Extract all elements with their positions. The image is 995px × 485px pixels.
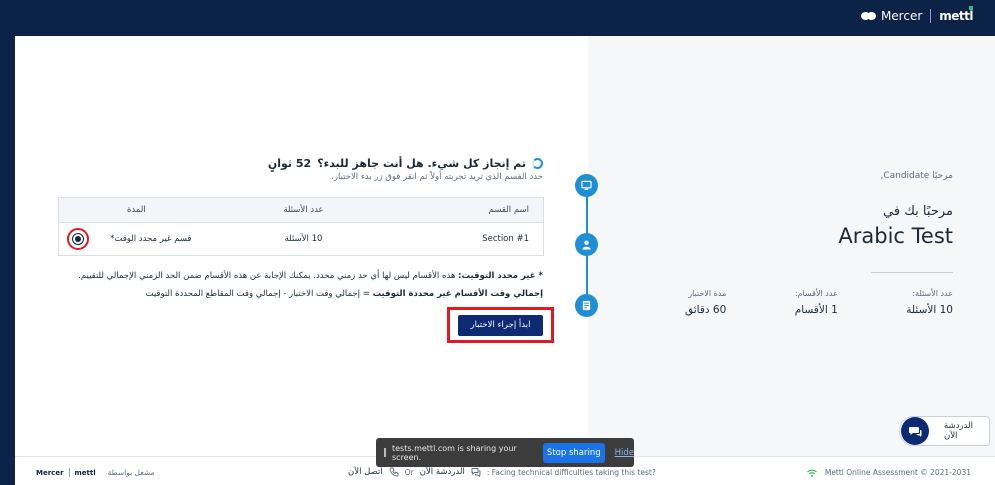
- countdown-spinner-icon: [532, 158, 543, 169]
- stat-value: 1 الأقسام: [794, 304, 838, 316]
- facing-difficulties-text: : Facing technical difficulties taking t…: [486, 467, 656, 477]
- document-step-icon: [575, 294, 598, 317]
- table-row[interactable]: Section #1 10 الأسئلة قسم غير محدد الوقت…: [58, 222, 544, 256]
- chat-now-link[interactable]: الدردشة الآن: [420, 467, 465, 477]
- or-text: Or: [404, 467, 414, 477]
- sidebar-panel: مرحبًا Candidate, مرحبًا بك في Arabic Te…: [588, 36, 995, 456]
- untimed-total-text: = إجمالي وقت الاختبار - إجمالي وقت المقا…: [145, 289, 373, 299]
- drag-handle-icon[interactable]: [384, 448, 386, 457]
- footer-logo: Mercer mettl: [36, 468, 96, 477]
- test-name: Arabic Test: [838, 224, 953, 248]
- welcome-text: مرحبًا بك في: [883, 204, 953, 219]
- start-test-button[interactable]: ابدأ إجراء الاختبار: [458, 314, 543, 336]
- chat-label: الدردشة الآن: [943, 421, 973, 441]
- ready-heading: تم إنجاز كل شيء. هل أنت جاهز للبدء؟ 52 ث…: [268, 157, 543, 170]
- cell-duration: قسم غير محدد الوقت*: [58, 222, 214, 256]
- table-header-row: اسم القسم عدد الأسئلة المدة: [58, 197, 544, 223]
- footer-logo-brand: Mercer: [36, 468, 64, 477]
- mercer-logo-icon: [860, 11, 877, 21]
- screen-share-bar: tests.mettl.com is sharing your screen. …: [376, 438, 634, 467]
- duration-cell-content: قسم غير محدد الوقت*: [59, 228, 214, 250]
- chat-now-button[interactable]: الدردشة الآن: [899, 416, 990, 446]
- untimed-note-label: * غير محدد التوقيت:: [458, 271, 543, 281]
- brand-logo: Mercer mettl: [860, 6, 973, 23]
- brand-divider: [930, 9, 932, 23]
- footer-copyright: Mettl Online Assessment © 2021-2031: [806, 468, 971, 477]
- chat-icon: [901, 417, 929, 445]
- footer-logo-product: mettl: [74, 468, 96, 477]
- start-button-highlight: ابدأ إجراء الاختبار: [447, 307, 554, 343]
- stat-sections: عدد الأقسام: 1 الأقسام: [795, 289, 838, 316]
- footer-logo-divider: [68, 468, 70, 477]
- brand-name: Mercer: [880, 9, 923, 23]
- header-questions: عدد الأسئلة: [213, 197, 394, 223]
- header-section-name: اسم القسم: [393, 197, 544, 223]
- untimed-total-label: إجمالي وقت الأقسام غير محددة التوقيت: [372, 289, 543, 299]
- test-stats: عدد الأسئلة: 10 الأسئلة عدد الأقسام: 1 ا…: [685, 289, 953, 316]
- call-now-link[interactable]: اتصل الآن: [348, 467, 383, 477]
- radio-highlight: [67, 228, 89, 250]
- footer-support: اتصل الآن Or الدردشة الآن : Facing techn…: [348, 467, 656, 477]
- greeting: مرحبًا Candidate,: [880, 171, 953, 181]
- brand-product: mettl: [939, 6, 973, 23]
- copyright-text: Mettl Online Assessment © 2021-2031: [824, 468, 971, 477]
- untimed-total-note: إجمالي وقت الأقسام غير محددة التوقيت = إ…: [145, 289, 543, 299]
- stat-duration: مدة الاختبار 60 دقائق: [685, 289, 726, 316]
- instruction-hint: حدد القسم الذي تريد تجربته أولاً ثم انقر…: [331, 172, 543, 182]
- sections-table: اسم القسم عدد الأسئلة المدة Section #1 1…: [58, 197, 544, 256]
- stop-sharing-button[interactable]: Stop sharing: [542, 442, 605, 463]
- wifi-icon: [806, 469, 817, 477]
- ready-text: تم إنجاز كل شيء. هل أنت جاهز للبدء؟: [317, 157, 526, 170]
- footer-powered: Mercer mettl مشغل بواسطة: [36, 468, 155, 477]
- section-radio[interactable]: [72, 233, 84, 245]
- cell-questions: 10 الأسئلة: [213, 222, 394, 256]
- untimed-note: * غير محدد التوقيت: هذه الأقسام ليس لها …: [78, 271, 543, 281]
- monitor-step-icon: [575, 174, 598, 197]
- cell-section-name: Section #1: [393, 222, 544, 256]
- duration-text: قسم غير محدد الوقت*: [110, 234, 192, 244]
- phone-icon: [389, 467, 399, 477]
- top-bar: Mercer mettl: [0, 0, 995, 36]
- user-step-icon: [575, 233, 598, 256]
- stat-label: مدة الاختبار: [688, 289, 727, 298]
- chat-small-icon: [471, 467, 481, 477]
- sidebar-divider: [871, 272, 953, 273]
- countdown-text: 52 ثوانٍ: [267, 157, 312, 170]
- powered-by-text: مشغل بواسطة: [107, 468, 155, 477]
- stat-label: عدد الأسئلة:: [912, 289, 953, 298]
- hide-share-bar-link[interactable]: Hide: [615, 448, 634, 458]
- header-duration: المدة: [58, 197, 214, 223]
- stat-value: 60 دقائق: [685, 304, 727, 316]
- stat-label: عدد الأقسام:: [794, 289, 838, 298]
- stat-questions: عدد الأسئلة: 10 الأسئلة: [906, 289, 953, 316]
- untimed-note-text: هذه الأقسام ليس لها أي حد زمني محدد. يمك…: [78, 271, 459, 281]
- share-message: tests.mettl.com is sharing your screen.: [392, 443, 517, 462]
- stat-value: 10 الأسئلة: [906, 304, 953, 316]
